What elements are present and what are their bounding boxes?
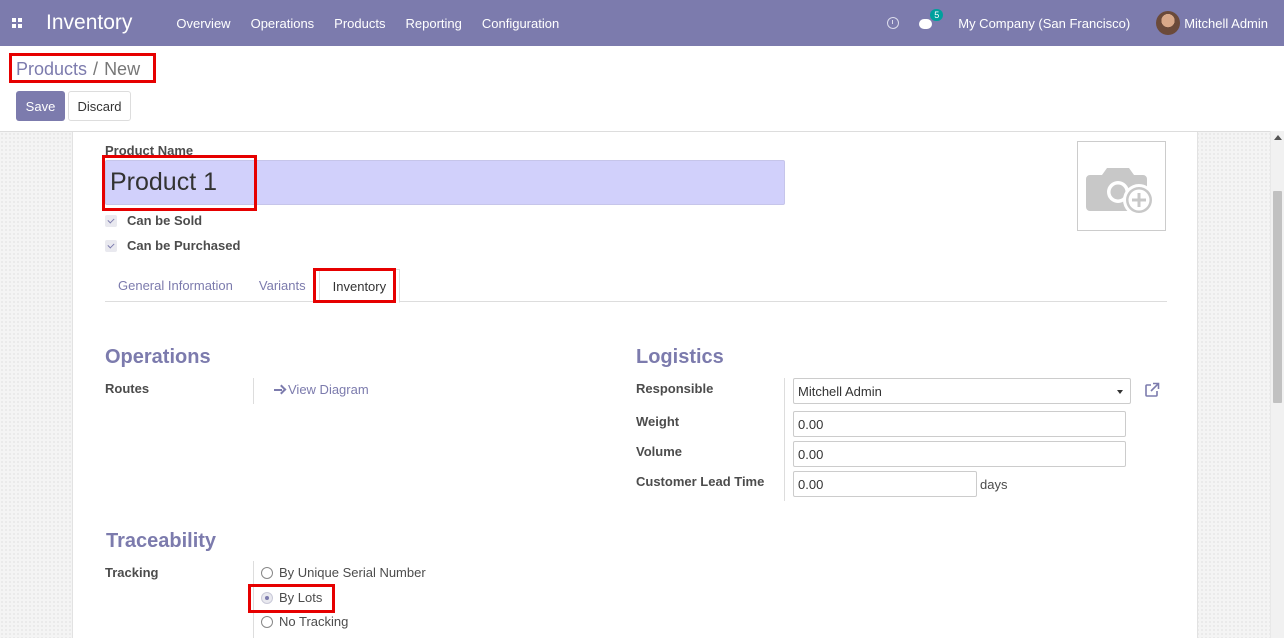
form-sheet: Product Name Product 1 Can be Sold Can b… — [72, 132, 1198, 638]
tracking-option-none[interactable]: No Tracking — [261, 614, 348, 629]
main-menu: Overview Operations Products Reporting C… — [176, 16, 579, 31]
volume-input[interactable]: 0.00 — [793, 441, 1126, 467]
tab-general-information[interactable]: General Information — [105, 269, 246, 302]
chat-count-badge: 5 — [930, 9, 944, 21]
scroll-up-arrow-icon[interactable] — [1274, 135, 1282, 140]
logistics-title: Logistics — [636, 346, 724, 368]
responsible-select[interactable]: Mitchell Admin — [793, 378, 1131, 404]
notebook-tabs: General Information Variants Inventory — [105, 269, 1167, 303]
lead-time-unit: days — [980, 477, 1008, 492]
breadcrumb-separator: / — [93, 59, 99, 79]
can-be-sold-label: Can be Sold — [127, 213, 203, 228]
lead-time-input[interactable]: 0.00 — [793, 471, 977, 497]
scrollbar-thumb[interactable] — [1273, 191, 1282, 403]
menu-configuration[interactable]: Configuration — [482, 16, 559, 31]
form-view-background: Product Name Product 1 Can be Sold Can b… — [0, 131, 1270, 638]
weight-input[interactable]: 0.00 — [793, 411, 1126, 437]
routes-label: Routes — [105, 381, 150, 396]
radio-none[interactable] — [261, 615, 273, 628]
logistics-divider — [784, 378, 785, 501]
breadcrumb-parent-link[interactable]: Products — [16, 59, 87, 80]
can-be-purchased-checkbox[interactable] — [105, 239, 117, 252]
breadcrumb-current: New — [104, 59, 141, 79]
radio-serial-label: By Unique Serial Number — [279, 565, 426, 580]
tab-inventory[interactable]: Inventory — [318, 269, 401, 303]
menu-products[interactable]: Products — [334, 16, 385, 31]
radio-none-label: No Tracking — [279, 614, 349, 629]
breadcrumb: Products / New — [16, 59, 140, 80]
radio-lots[interactable] — [261, 591, 273, 604]
activity-clock-icon[interactable] — [887, 17, 900, 29]
chevron-down-icon — [1117, 390, 1123, 394]
company-switcher[interactable]: My Company (San Francisco) — [958, 16, 1130, 31]
discard-button[interactable]: Discard — [68, 91, 131, 121]
menu-reporting[interactable]: Reporting — [405, 16, 461, 31]
responsible-value: Mitchell Admin — [798, 383, 882, 399]
menu-overview[interactable]: Overview — [176, 16, 230, 31]
radio-serial[interactable] — [261, 566, 273, 579]
product-image-upload[interactable] — [1077, 141, 1166, 231]
routes-divider — [253, 378, 254, 404]
navbar-systray: 5 My Company (San Francisco) Mitchell Ad… — [887, 0, 1268, 46]
user-avatar[interactable] — [1156, 11, 1181, 35]
lead-time-label: Customer Lead Time — [636, 474, 765, 489]
operations-title: Operations — [105, 346, 211, 368]
radio-lots-label: By Lots — [279, 590, 323, 605]
apps-menu-icon[interactable] — [0, 0, 34, 46]
volume-label: Volume — [636, 444, 682, 459]
chat-icon — [919, 19, 933, 29]
tracking-option-serial[interactable]: By Unique Serial Number — [261, 565, 426, 580]
messaging-menu[interactable]: 5 — [919, 9, 944, 29]
user-menu[interactable]: Mitchell Admin — [1184, 16, 1268, 31]
save-button[interactable]: Save — [16, 91, 65, 121]
menu-operations[interactable]: Operations — [251, 16, 315, 31]
can-be-purchased-row[interactable]: Can be Purchased — [105, 238, 240, 253]
traceability-title: Traceability — [106, 530, 217, 552]
top-navbar: Inventory Overview Operations Products R… — [0, 0, 1284, 46]
view-diagram-label: View Diagram — [288, 382, 369, 397]
responsible-label: Responsible — [636, 381, 714, 396]
arrow-right-icon — [274, 385, 284, 395]
tracking-divider — [253, 561, 254, 638]
tracking-option-lots[interactable]: By Lots — [261, 590, 322, 605]
can-be-sold-row[interactable]: Can be Sold — [105, 213, 202, 228]
vertical-scrollbar[interactable] — [1270, 131, 1284, 638]
can-be-sold-checkbox[interactable] — [105, 214, 117, 227]
can-be-purchased-label: Can be Purchased — [127, 238, 241, 253]
product-name-label: Product Name — [105, 143, 194, 158]
tracking-label: Tracking — [105, 565, 159, 580]
camera-add-icon — [1086, 168, 1155, 216]
external-link-icon[interactable] — [1144, 382, 1160, 398]
weight-label: Weight — [636, 414, 680, 429]
view-diagram-link[interactable]: View Diagram — [274, 382, 369, 397]
app-name[interactable]: Inventory — [46, 11, 132, 35]
product-name-input[interactable]: Product 1 — [105, 160, 785, 205]
tab-variants[interactable]: Variants — [246, 269, 319, 302]
